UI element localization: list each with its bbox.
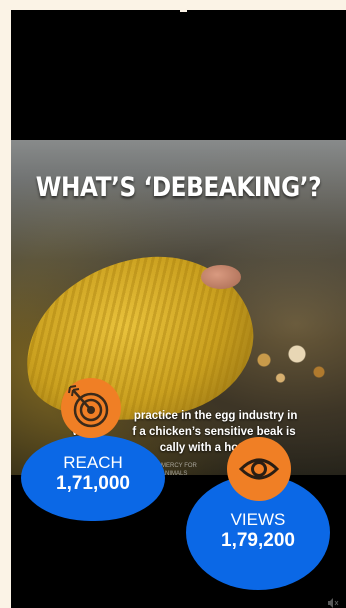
views-label: VIEWS <box>230 510 286 529</box>
watermark-logo: MERCY FOR ANIMALS <box>149 462 231 478</box>
speaker-muted-icon[interactable] <box>326 596 340 608</box>
cage-debris <box>231 330 341 390</box>
reach-metric: REACH 1,71,000 <box>21 435 165 521</box>
watermark-line: MERCY FOR <box>161 463 197 469</box>
frame-notch <box>180 0 187 12</box>
watermark-line: ANIMALS <box>161 471 188 477</box>
reach-label: REACH <box>63 453 123 472</box>
chicken-beak <box>201 265 241 289</box>
reach-value: 1,71,000 <box>56 473 130 494</box>
eye-icon <box>227 437 291 501</box>
target-icon <box>61 378 121 438</box>
video-title: WHAT’S ‘DEBEAKING’? <box>35 172 322 203</box>
views-value: 1,79,200 <box>221 530 295 551</box>
